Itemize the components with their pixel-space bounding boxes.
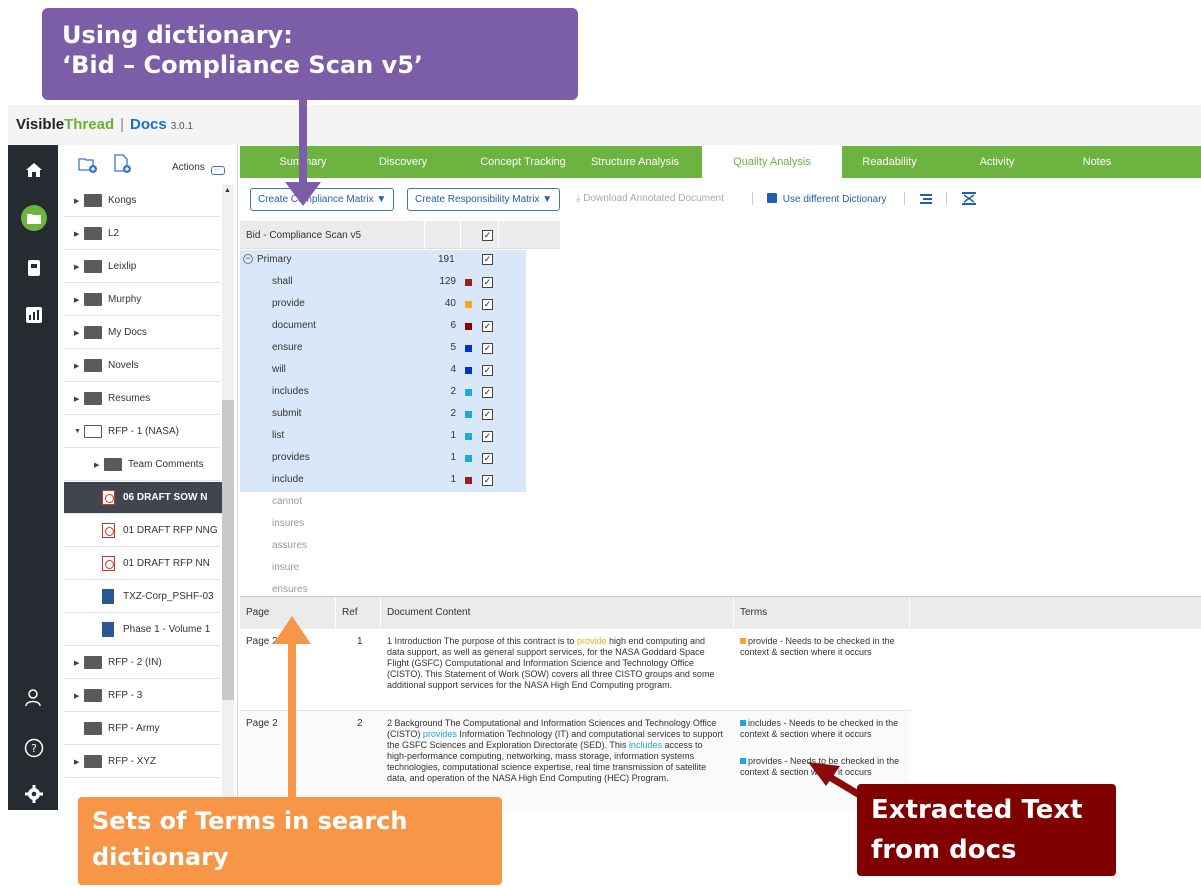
callout-arrows bbox=[273, 100, 870, 808]
orange-arrow bbox=[273, 616, 311, 808]
callout-line: dictionary bbox=[92, 843, 229, 871]
terms-callout: Sets of Terms in search dictionary bbox=[78, 797, 502, 885]
callout-line: Sets of Terms in search bbox=[92, 807, 408, 835]
extracted-text-callout: Extracted Text from docs bbox=[857, 784, 1116, 876]
callout-line: Extracted Text bbox=[871, 795, 1083, 825]
purple-arrow bbox=[285, 100, 321, 206]
callout-line: from docs bbox=[871, 835, 1017, 865]
